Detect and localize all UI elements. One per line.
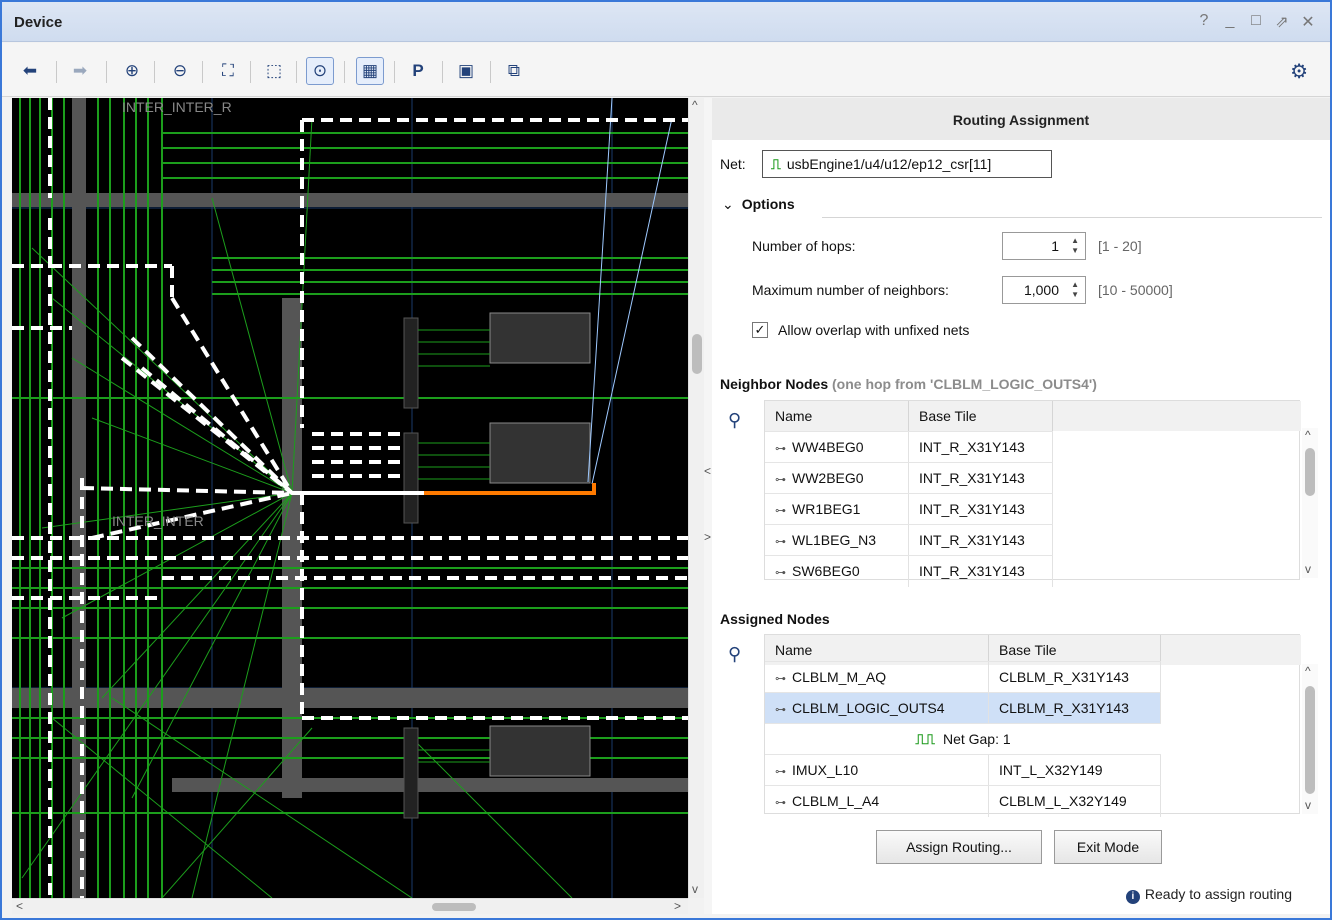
device-window: Device ? _ □ ⇗ ✕ ⬅ ➡ ⊕ ⊖ ⛶ ⬚ ⊙ ▦ P ▣ ⧉ ⚙ bbox=[0, 0, 1332, 920]
panel-splitter[interactable]: < > bbox=[704, 98, 712, 914]
zoom-selected-icon[interactable]: ⬚ bbox=[260, 57, 288, 85]
tile-label-top: INTER_INTER_R bbox=[122, 99, 232, 115]
net-value: usbEngine1/u4/u12/ep12_csr[11] bbox=[786, 156, 992, 172]
table-row[interactable]: ⊶ WW2BEG0 INT_R_X31Y143 bbox=[765, 462, 1053, 494]
node-icon: ⊶ bbox=[775, 766, 786, 778]
device-horizontal-scrollbar[interactable]: < > bbox=[12, 898, 688, 914]
chevron-down-icon: ⌄ bbox=[722, 196, 734, 212]
info-icon: i bbox=[1125, 890, 1140, 904]
minimize-icon[interactable]: _ bbox=[1222, 12, 1238, 32]
signal-icon: ⎍ bbox=[771, 156, 781, 172]
neighbors-label: Maximum number of neighbors: bbox=[752, 282, 949, 298]
device-vertical-scrollbar[interactable]: ^ v bbox=[688, 98, 704, 898]
overlap-label: Allow overlap with unfixed nets bbox=[778, 322, 970, 338]
neighbors-range: [10 - 50000] bbox=[1098, 282, 1173, 298]
routing-graphics: INTER_INTER_R INTER_INTER bbox=[12, 98, 688, 898]
neighbor-scrollbar[interactable]: ^ v bbox=[1302, 428, 1318, 578]
routing-assignment-panel: Routing Assignment Net: ⎍ usbEngine1/u4/u… bbox=[712, 98, 1330, 914]
assigned-nodes-header: Assigned Nodes bbox=[720, 611, 830, 627]
column-header-base-tile[interactable]: Base Tile bbox=[909, 401, 1053, 431]
zoom-fit-icon[interactable]: ⛶ bbox=[214, 57, 242, 85]
table-row[interactable]: ⊶ WL1BEG_N3 INT_R_X31Y143 bbox=[765, 524, 1053, 556]
gear-icon[interactable]: ⚙ bbox=[1290, 59, 1308, 84]
spinner-arrows-icon: ▲ ▼ bbox=[1071, 280, 1079, 299]
table-row-selected[interactable]: ⊶ CLBLM_LOGIC_OUTS4 CLBLM_R_X31Y143 bbox=[765, 692, 1161, 724]
column-header-name[interactable]: Name bbox=[765, 401, 909, 431]
table-row[interactable]: ⊶ CLBLM_L_A4 CLBLM_L_X32Y149 bbox=[765, 785, 1161, 817]
window-title: Device bbox=[14, 14, 63, 31]
net-label: Net: bbox=[720, 156, 746, 172]
status-message: i Ready to assign routing bbox=[1125, 886, 1292, 904]
table-row[interactable]: ⊶ WW4BEG0 INT_R_X31Y143 bbox=[765, 431, 1053, 463]
options-header[interactable]: ⌄ Options bbox=[722, 196, 795, 213]
table-row[interactable]: ⊶ SW6BEG0 INT_R_X31Y143 bbox=[765, 555, 1053, 587]
maximize-icon[interactable]: □ bbox=[1248, 12, 1264, 32]
close-icon[interactable]: ✕ bbox=[1300, 12, 1316, 32]
device-view-options-icon[interactable]: ▣ bbox=[452, 57, 480, 85]
table-row[interactable]: ⊶ WR1BEG1 INT_R_X31Y143 bbox=[765, 493, 1053, 525]
float-icon[interactable]: ⇗ bbox=[1274, 12, 1290, 32]
zoom-in-icon[interactable]: ⊕ bbox=[118, 57, 146, 85]
forward-arrow-icon[interactable]: ➡ bbox=[66, 57, 94, 85]
window-controls: ? _ □ ⇗ ✕ bbox=[1196, 12, 1316, 32]
overlap-checkbox[interactable]: ✓ bbox=[752, 322, 768, 338]
back-arrow-icon[interactable]: ⬅ bbox=[16, 57, 44, 85]
assign-routing-button[interactable]: Assign Routing... bbox=[876, 830, 1042, 864]
autofit-selection-icon[interactable]: ⊙ bbox=[306, 57, 334, 85]
tile-label-middle: INTER_INTER bbox=[112, 513, 204, 529]
net-field[interactable]: ⎍ usbEngine1/u4/u12/ep12_csr[11] bbox=[762, 150, 1052, 178]
panel-title: Routing Assignment bbox=[712, 98, 1330, 140]
hops-spinner[interactable]: 1 ▲ ▼ bbox=[1002, 232, 1086, 260]
net-gap-row: ⎍⎍ Net Gap: 1 bbox=[765, 723, 1161, 754]
node-icon: ⊶ bbox=[775, 704, 786, 716]
add-pblock-icon[interactable]: P bbox=[404, 57, 432, 85]
neighbor-nodes-header: Neighbor Nodes (one hop from 'CLBLM_LOGI… bbox=[720, 376, 1097, 392]
neighbors-spinner[interactable]: 1,000 ▲ ▼ bbox=[1002, 276, 1086, 304]
assigned-scrollbar[interactable]: ^ v bbox=[1302, 664, 1318, 814]
node-icon: ⊶ bbox=[775, 797, 786, 809]
table-row[interactable]: ⊶ IMUX_L10 INT_L_X32Y149 bbox=[765, 754, 1161, 786]
expand-right-icon: > bbox=[704, 530, 712, 544]
search-icon[interactable]: ⚲ bbox=[728, 410, 741, 431]
node-icon: ⊶ bbox=[775, 536, 786, 548]
node-icon: ⊶ bbox=[775, 505, 786, 517]
routing-mode-icon[interactable]: ⧉ bbox=[500, 57, 528, 85]
exit-mode-button[interactable]: Exit Mode bbox=[1054, 830, 1162, 864]
toolbar: ⬅ ➡ ⊕ ⊖ ⛶ ⬚ ⊙ ▦ P ▣ ⧉ ⚙ bbox=[2, 43, 1330, 97]
table-row[interactable]: ⊶ CLBLM_M_AQ CLBLM_R_X31Y143 bbox=[765, 661, 1161, 693]
search-icon[interactable]: ⚲ bbox=[728, 644, 741, 665]
zoom-out-icon[interactable]: ⊖ bbox=[166, 57, 194, 85]
spinner-arrows-icon: ▲ ▼ bbox=[1071, 236, 1079, 255]
device-canvas[interactable]: INTER_INTER_R INTER_INTER bbox=[12, 98, 688, 898]
node-icon: ⊶ bbox=[775, 567, 786, 579]
help-icon[interactable]: ? bbox=[1196, 12, 1212, 32]
hops-label: Number of hops: bbox=[752, 238, 856, 254]
title-bar: Device ? _ □ ⇗ ✕ bbox=[2, 2, 1330, 42]
node-icon: ⊶ bbox=[775, 474, 786, 486]
neighbor-nodes-table: Name Base Tile ⊶ WW4BEG0 INT_R_X31Y143 ⊶ W… bbox=[764, 400, 1301, 587]
assigned-nodes-table: Name Base Tile ⊶ CLBLM_M_AQ CLBLM_R_X31Y1… bbox=[764, 634, 1301, 817]
hops-range: [1 - 20] bbox=[1098, 238, 1142, 254]
collapse-left-icon: < bbox=[704, 464, 712, 478]
routing-resources-icon[interactable]: ▦ bbox=[356, 57, 384, 85]
node-icon: ⊶ bbox=[775, 673, 786, 685]
node-icon: ⊶ bbox=[775, 443, 786, 455]
net-gap-icon: ⎍⎍ bbox=[915, 731, 935, 747]
